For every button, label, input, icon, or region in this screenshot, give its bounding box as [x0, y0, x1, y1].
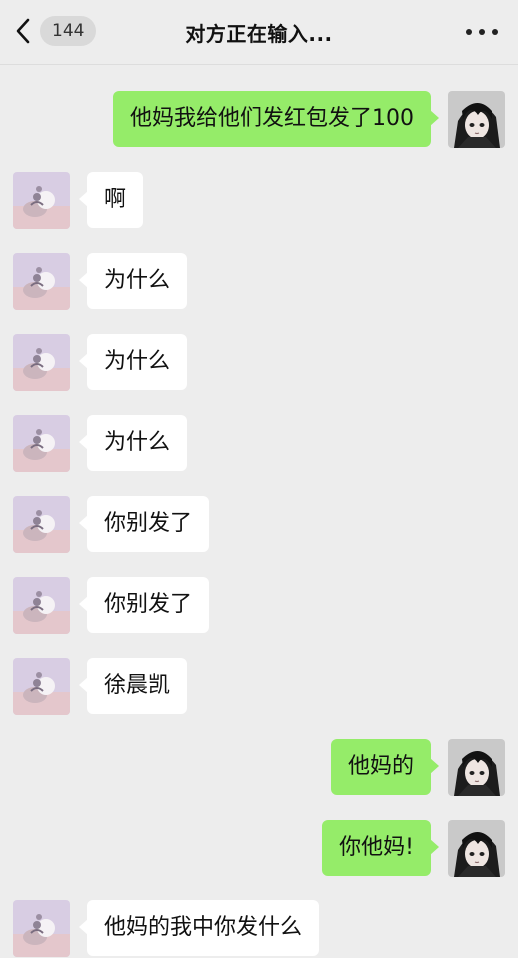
message-row: 为什么: [13, 334, 188, 391]
message-bubble-incoming[interactable]: 为什么: [78, 334, 188, 390]
message-row: 他妈我给他们发红包发了100: [113, 91, 505, 148]
message-bubble-outgoing[interactable]: 你他妈!: [322, 820, 439, 876]
more-options-icon[interactable]: [466, 20, 498, 44]
message-bubble-incoming[interactable]: 你别发了: [78, 577, 210, 633]
chat-title: 对方正在输入...: [185, 22, 333, 46]
message-row: 啊: [13, 172, 144, 229]
message-bubble-incoming[interactable]: 为什么: [78, 415, 188, 471]
avatar-contact[interactable]: [13, 496, 70, 553]
message-bubble-outgoing[interactable]: 他妈的: [330, 739, 440, 795]
avatar-contact[interactable]: [13, 900, 70, 957]
avatar-contact[interactable]: [13, 577, 70, 634]
message-row: 你别发了: [13, 577, 210, 634]
message-row: 他妈的: [330, 739, 505, 796]
message-row: 他妈的我中你发什么: [13, 900, 320, 957]
message-row: 为什么: [13, 253, 188, 310]
avatar-self[interactable]: [448, 739, 505, 796]
message-row: 为什么: [13, 415, 188, 472]
message-bubble-incoming[interactable]: 你别发了: [78, 496, 210, 552]
message-bubble-incoming[interactable]: 徐晨凯: [78, 658, 188, 714]
message-row: 徐晨凯: [13, 658, 188, 715]
message-bubble-outgoing[interactable]: 他妈我给他们发红包发了100: [113, 91, 439, 147]
message-row: 你别发了: [13, 496, 210, 553]
avatar-contact[interactable]: [13, 253, 70, 310]
chat-header: 144 对方正在输入...: [0, 0, 518, 65]
avatar-contact[interactable]: [13, 415, 70, 472]
avatar-contact[interactable]: [13, 658, 70, 715]
avatar-self[interactable]: [448, 820, 505, 877]
avatar-contact[interactable]: [13, 334, 70, 391]
message-bubble-incoming[interactable]: 啊: [78, 172, 144, 228]
message-bubble-incoming[interactable]: 他妈的我中你发什么: [78, 900, 320, 956]
message-bubble-incoming[interactable]: 为什么: [78, 253, 188, 309]
message-row: 你他妈!: [322, 820, 505, 877]
avatar-self[interactable]: [448, 91, 505, 148]
avatar-contact[interactable]: [13, 172, 70, 229]
